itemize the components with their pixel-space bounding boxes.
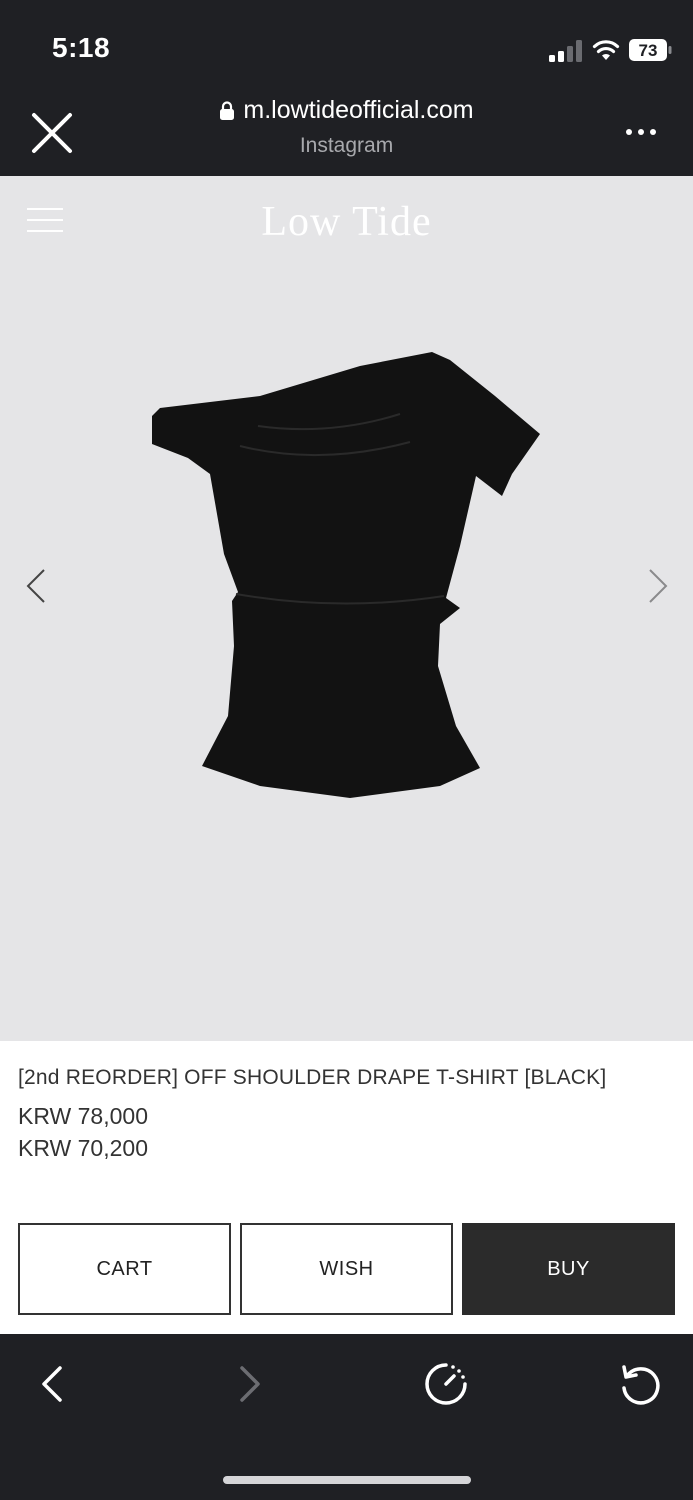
home-indicator[interactable] bbox=[223, 1476, 471, 1484]
product-image bbox=[152, 352, 540, 798]
timer-icon[interactable] bbox=[423, 1361, 469, 1407]
lock-icon bbox=[220, 100, 235, 120]
page-url: m.lowtideofficial.com bbox=[243, 96, 474, 124]
chevron-left-icon[interactable] bbox=[24, 568, 48, 604]
wifi-icon bbox=[592, 40, 620, 60]
sale-price: KRW 70,200 bbox=[18, 1135, 148, 1161]
forward-icon[interactable] bbox=[236, 1364, 264, 1404]
browser-top-bar: 5:18 73 m.lowtideofficial.com Instagram bbox=[0, 0, 693, 176]
cellular-signal-icon bbox=[549, 40, 582, 62]
product-image-carousel[interactable]: Low Tide bbox=[0, 176, 693, 1041]
source-label: Instagram bbox=[299, 134, 394, 157]
product-info: [2nd REORDER] OFF SHOULDER DRAPE T-SHIRT… bbox=[18, 1066, 678, 1164]
original-price: KRW 78,000 bbox=[18, 1103, 148, 1129]
battery-level: 73 bbox=[639, 41, 658, 60]
more-icon[interactable] bbox=[624, 122, 658, 142]
reload-icon[interactable] bbox=[618, 1361, 664, 1407]
back-icon[interactable] bbox=[38, 1364, 66, 1404]
site-logo[interactable]: Low Tide bbox=[0, 198, 693, 246]
status-time: 5:18 bbox=[52, 32, 111, 63]
battery-icon: 73 bbox=[629, 39, 672, 61]
wish-button[interactable]: WISH bbox=[240, 1223, 453, 1315]
battery-indicator: 73 bbox=[628, 38, 672, 62]
product-name: [2nd REORDER] OFF SHOULDER DRAPE T-SHIRT… bbox=[18, 1066, 607, 1089]
buy-button[interactable]: BUY bbox=[462, 1223, 675, 1315]
browser-bottom-bar bbox=[0, 1334, 693, 1500]
chevron-right-icon[interactable] bbox=[646, 568, 670, 604]
address-bar[interactable]: m.lowtideofficial.com bbox=[0, 96, 693, 126]
action-buttons: CART WISH BUY bbox=[18, 1223, 675, 1315]
cart-button[interactable]: CART bbox=[18, 1223, 231, 1315]
